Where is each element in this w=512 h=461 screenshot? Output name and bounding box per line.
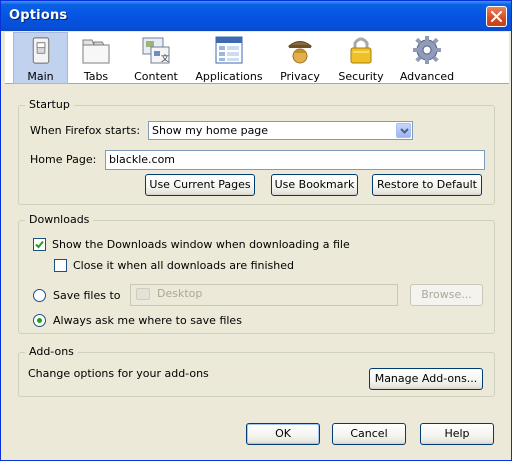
pane-applications[interactable]: Applications [188, 32, 270, 84]
pane-label-security: Security [338, 70, 384, 83]
close-icon [491, 11, 502, 22]
pane-label-applications: Applications [195, 70, 263, 83]
addons-description: Change options for your add-ons [28, 367, 209, 380]
folder-icon [136, 288, 150, 300]
privacy-icon [287, 41, 313, 64]
browse-button[interactable]: Browse... [410, 284, 483, 306]
pane-security[interactable]: Security [330, 32, 392, 84]
content-icon: 文 [142, 37, 170, 64]
pane-label-main: Main [27, 70, 54, 83]
save-files-radio[interactable] [33, 289, 46, 302]
tabs-icon [82, 39, 110, 64]
show-downloads-label: Show the Downloads window when downloadi… [52, 238, 350, 251]
pane-main[interactable]: Main [13, 32, 68, 84]
pane-label-privacy: Privacy [280, 70, 320, 83]
applications-icon [215, 36, 243, 64]
checkmark-icon [35, 240, 44, 249]
pane-privacy[interactable]: Privacy [270, 32, 330, 84]
when-starts-select[interactable]: Show my home page [148, 121, 413, 140]
save-folder-value: Desktop [157, 287, 203, 300]
restore-default-button[interactable]: Restore to Default [372, 174, 482, 196]
gear-icon [413, 36, 441, 64]
pane-content[interactable]: 文 Content [124, 32, 188, 84]
lock-icon [350, 37, 372, 64]
use-current-pages-button[interactable]: Use Current Pages [145, 174, 255, 196]
addons-caption: Add-ons [25, 345, 78, 358]
save-folder-field[interactable]: Desktop [130, 284, 398, 306]
close-when-done-label: Close it when all downloads are finished [73, 259, 294, 272]
close-button[interactable] [486, 6, 507, 27]
show-downloads-checkbox[interactable] [33, 238, 46, 251]
pane-selector: Main Tabs 文 Content Applications Privacy… [5, 32, 509, 84]
window-title: Options [9, 8, 68, 23]
always-ask-radio[interactable] [33, 314, 46, 327]
pane-advanced[interactable]: Advanced [392, 32, 462, 84]
manage-addons-button[interactable]: Manage Add-ons... [369, 368, 483, 390]
ok-button[interactable]: OK [246, 423, 320, 445]
help-button[interactable]: Help [420, 423, 494, 445]
cancel-button[interactable]: Cancel [332, 423, 406, 445]
when-starts-value: Show my home page [152, 124, 269, 137]
pane-label-content: Content [134, 70, 178, 83]
when-starts-label: When Firefox starts: [30, 124, 141, 137]
dropdown-arrow[interactable] [396, 123, 411, 138]
pane-label-advanced: Advanced [399, 70, 455, 83]
use-bookmark-button[interactable]: Use Bookmark [271, 174, 358, 196]
home-page-input[interactable]: blackle.com [105, 150, 485, 170]
home-page-label: Home Page: [30, 153, 97, 166]
downloads-caption: Downloads [25, 213, 94, 226]
title-bar[interactable]: Options [1, 1, 511, 31]
startup-caption: Startup [25, 98, 74, 111]
options-window: Options Main Tabs 文 Content Applications… [0, 0, 512, 461]
svg-text:文: 文 [161, 53, 169, 63]
always-ask-label: Always ask me where to save files [53, 314, 242, 327]
pane-label-tabs: Tabs [83, 70, 109, 83]
chevron-down-icon [400, 128, 409, 134]
pane-tabs[interactable]: Tabs [68, 32, 124, 84]
save-files-label: Save files to [53, 289, 121, 302]
close-when-done-checkbox[interactable] [54, 259, 67, 272]
switch-icon [32, 37, 49, 64]
